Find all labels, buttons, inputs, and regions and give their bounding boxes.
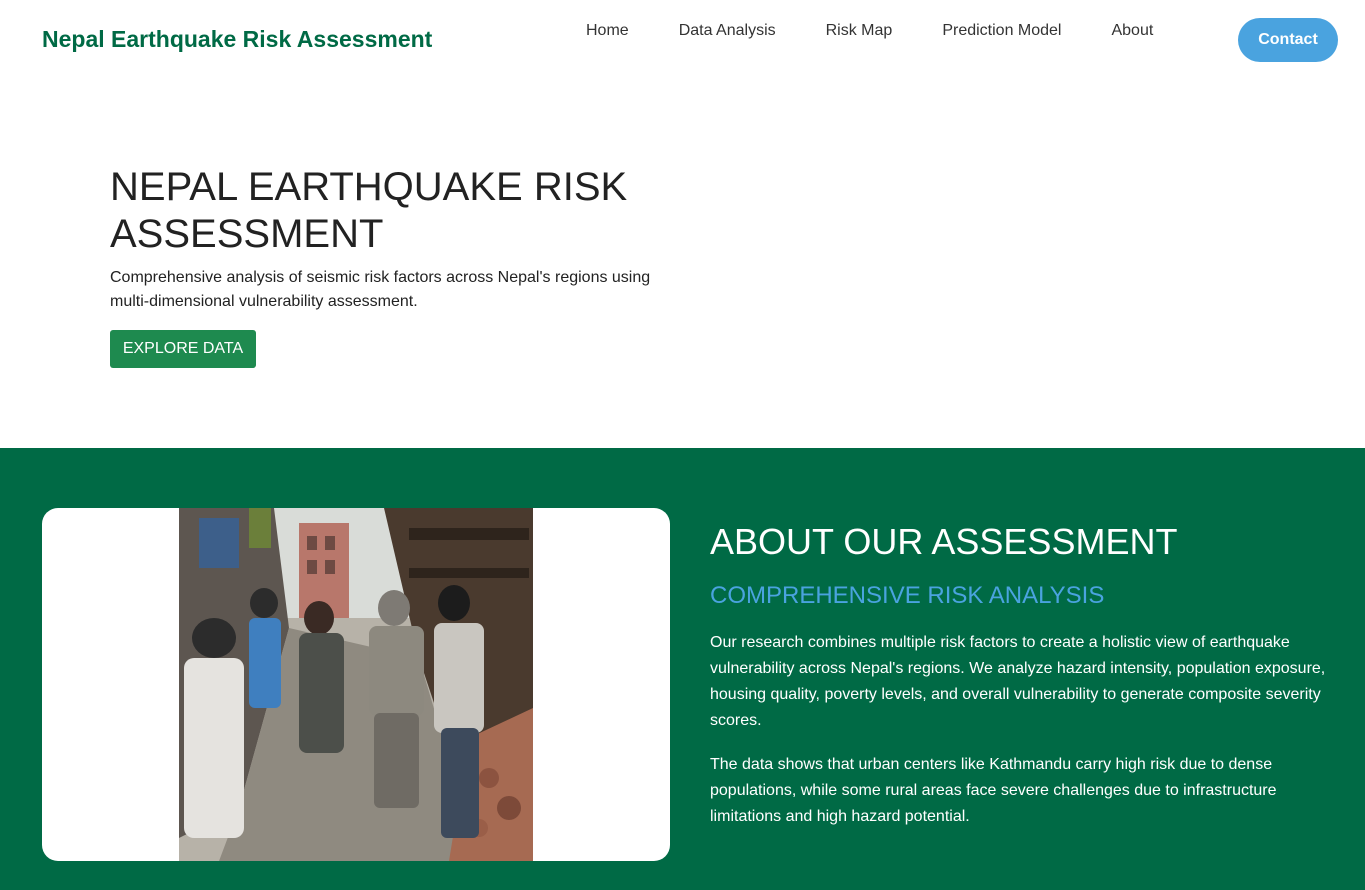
about-paragraph-2: The data shows that urban centers like K… [710, 756, 1277, 825]
brand-title[interactable]: Nepal Earthquake Risk Assessment [42, 26, 432, 53]
about-section: ABOUT OUR ASSESSMENT COMPREHENSIVE RISK … [0, 448, 1365, 890]
about-title: ABOUT OUR ASSESSMENT [710, 521, 1178, 562]
hero-title: NEPAL EARTHQUAKE RISK ASSESSMENT [110, 165, 628, 256]
nav-link-prediction-model[interactable]: Prediction Model [942, 22, 1061, 40]
hero-section: NEPAL EARTHQUAKE RISK ASSESSMENT Compreh… [0, 80, 1365, 448]
explore-data-button[interactable]: EXPLORE DATA [110, 330, 256, 368]
about-paragraph-1: Our research combines multiple risk fact… [710, 634, 1326, 729]
nav-links: Home Data Analysis Risk Map Prediction M… [586, 22, 1203, 40]
nav-link-data-analysis[interactable]: Data Analysis [679, 22, 776, 40]
earthquake-rescue-photo [179, 508, 533, 861]
contact-button[interactable]: Contact [1238, 18, 1338, 62]
nav-link-risk-map[interactable]: Risk Map [826, 22, 893, 40]
hero-description: Comprehensive analysis of seismic risk f… [110, 269, 651, 310]
nav-link-about[interactable]: About [1111, 22, 1153, 40]
nav-link-home[interactable]: Home [586, 22, 629, 40]
navbar: Nepal Earthquake Risk Assessment Home Da… [0, 0, 1365, 80]
about-subtitle: COMPREHENSIVE RISK ANALYSIS [710, 582, 1105, 609]
about-image-card [42, 508, 670, 861]
